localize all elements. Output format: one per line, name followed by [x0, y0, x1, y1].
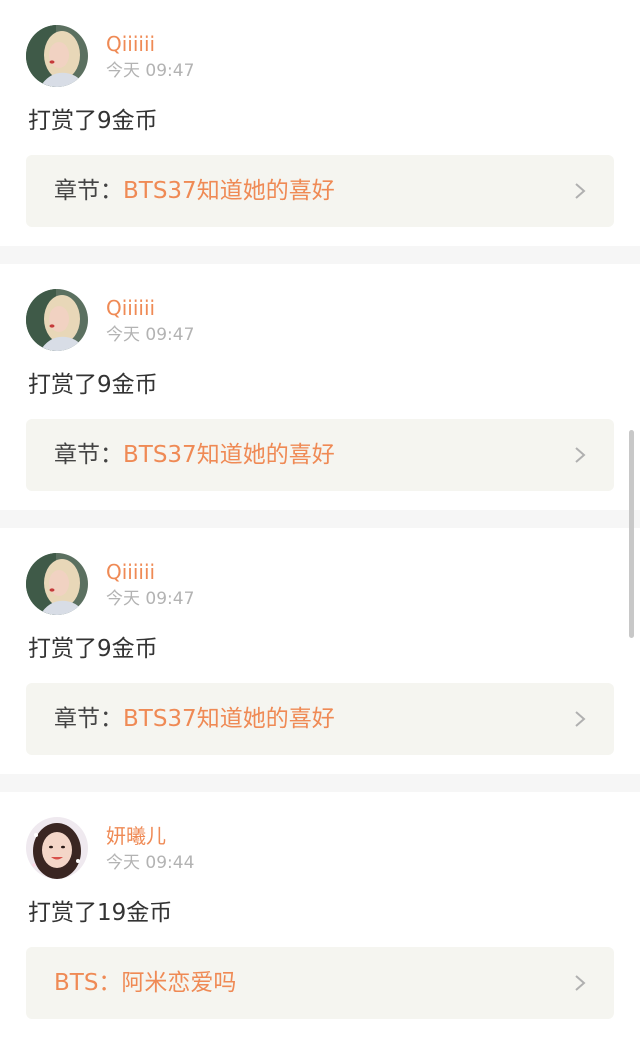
reward-text: 打赏了9金币 [28, 372, 158, 398]
smiling-girl-avatar-icon [26, 817, 88, 879]
reward-item: Qiiiiii 今天 09:47 打赏了9金币 章节：BTS37知道她的喜好 [0, 528, 640, 774]
chapter-prefix: 章节： [54, 178, 123, 204]
chevron-right-icon [575, 711, 586, 727]
username[interactable]: Qiiiiii [106, 560, 155, 584]
chapter-title: BTS37知道她的喜好 [123, 178, 335, 204]
chapter-link[interactable]: 章节：BTS37知道她的喜好 [26, 155, 614, 227]
timestamp: 今天 09:47 [106, 589, 195, 609]
reward-item: Qiiiiii 今天 09:47 打赏了9金币 章节：BTS37知道她的喜好 [0, 264, 640, 510]
scrollbar-thumb[interactable] [629, 430, 634, 638]
reward-text: 打赏了9金币 [28, 108, 158, 134]
chapter-prefix: 章节： [54, 706, 123, 732]
separator [0, 774, 640, 792]
blonde-woman-avatar-icon [26, 25, 88, 87]
separator [0, 510, 640, 528]
chevron-right-icon [575, 447, 586, 463]
chapter-label: 章节：BTS37知道她的喜好 [54, 175, 335, 207]
timestamp: 今天 09:47 [106, 61, 195, 81]
chapter-link[interactable]: BTS：阿米恋爱吗 [26, 947, 614, 1019]
user-avatar[interactable] [26, 553, 88, 615]
blonde-woman-avatar-icon [26, 289, 88, 351]
chapter-label: 章节：BTS37知道她的喜好 [54, 703, 335, 735]
username[interactable]: 妍曦儿 [106, 824, 166, 848]
reward-item: 妍曦儿 今天 09:44 打赏了19金币 BTS：阿米恋爱吗 [0, 792, 640, 1038]
chapter-link[interactable]: 章节：BTS37知道她的喜好 [26, 419, 614, 491]
reward-item: Qiiiiii 今天 09:47 打赏了9金币 章节：BTS37知道她的喜好 [0, 0, 640, 246]
chevron-right-icon [575, 975, 586, 991]
chapter-link[interactable]: 章节：BTS37知道她的喜好 [26, 683, 614, 755]
user-avatar[interactable] [26, 289, 88, 351]
chapter-label: BTS：阿米恋爱吗 [54, 967, 236, 999]
chapter-title: BTS：阿米恋爱吗 [54, 970, 237, 996]
user-avatar[interactable] [26, 817, 88, 879]
username[interactable]: Qiiiiii [106, 296, 155, 320]
reward-text: 打赏了9金币 [28, 636, 158, 662]
user-avatar[interactable] [26, 25, 88, 87]
separator [0, 246, 640, 264]
chapter-title: BTS37知道她的喜好 [123, 442, 335, 468]
timestamp: 今天 09:44 [106, 853, 195, 873]
chevron-right-icon [575, 183, 586, 199]
chapter-title: BTS37知道她的喜好 [123, 706, 335, 732]
blonde-woman-avatar-icon [26, 553, 88, 615]
username[interactable]: Qiiiiii [106, 32, 155, 56]
chapter-label: 章节：BTS37知道她的喜好 [54, 439, 335, 471]
reward-text: 打赏了19金币 [28, 900, 173, 926]
timestamp: 今天 09:47 [106, 325, 195, 345]
chapter-prefix: 章节： [54, 442, 123, 468]
